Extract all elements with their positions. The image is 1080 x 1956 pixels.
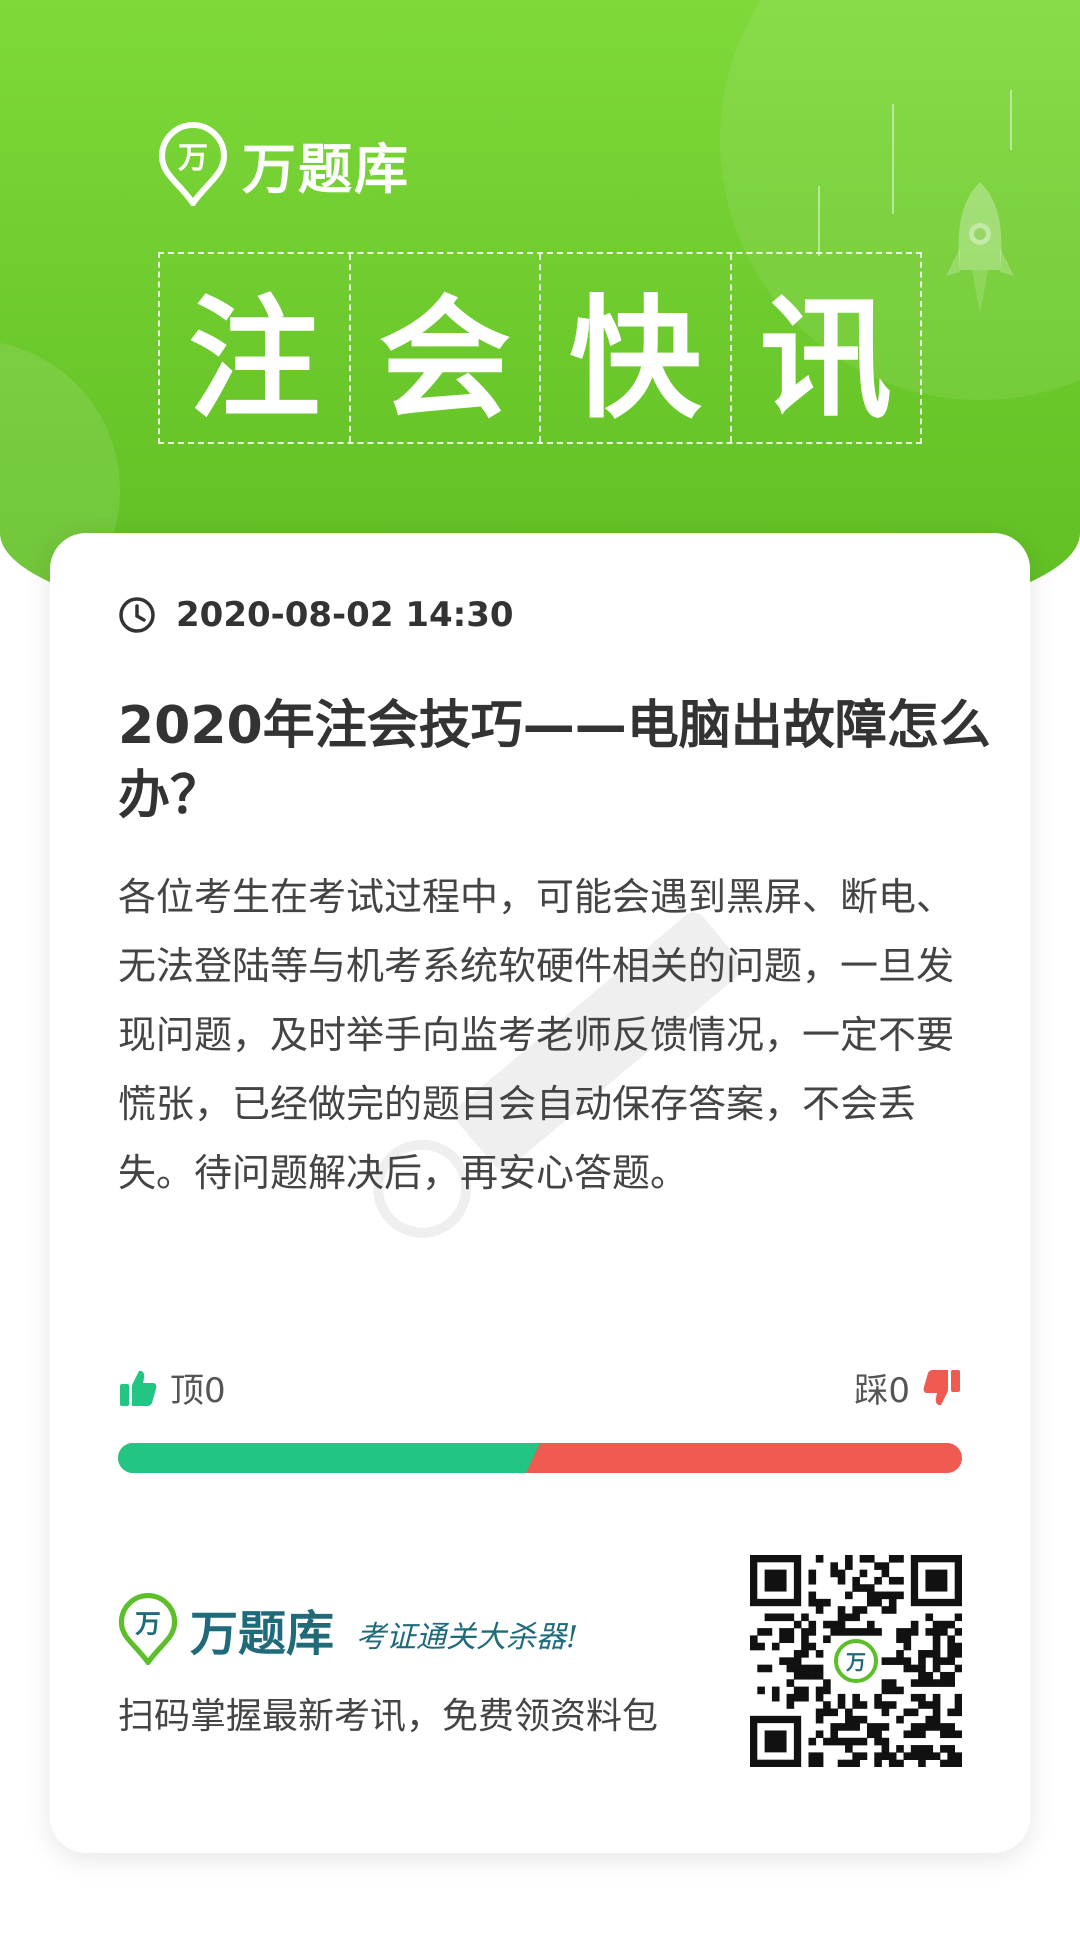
thumbs-down-icon: [923, 1369, 960, 1405]
headline-char: 注: [160, 254, 351, 442]
footer-slogan: 考证通关大杀器!: [356, 1620, 579, 1655]
brand-name: 万题库: [242, 137, 410, 201]
vote-ratio-bar: [118, 1443, 962, 1473]
decor-line: [818, 186, 820, 256]
clock-icon: [119, 597, 155, 633]
footer-brand: 万 万题库 考证通关大杀器!: [118, 1593, 578, 1665]
downvote-button[interactable]: 踩0: [854, 1363, 962, 1412]
svg-text:万: 万: [135, 1609, 161, 1639]
footer-cta: 扫码掌握最新考讯，免费领资料包: [118, 1696, 659, 1737]
brand-pin-icon: 万: [158, 122, 228, 206]
svg-text:万: 万: [178, 141, 208, 176]
footer-brand-name: 万题库: [190, 1606, 335, 1662]
upvote-label: 顶0: [170, 1371, 226, 1411]
upvote-button[interactable]: 顶0: [118, 1363, 226, 1412]
vote-row: 顶0 踩0: [118, 1363, 962, 1415]
headline-char: 讯: [759, 282, 892, 437]
svg-text:万: 万: [845, 1650, 866, 1674]
thumbs-up-icon: [120, 1370, 157, 1406]
headline-char: 会: [351, 254, 541, 442]
article-datetime: 2020-08-02 14:30: [176, 595, 514, 635]
headline-char: 快: [541, 254, 732, 442]
downvote-label: 踩0: [854, 1371, 910, 1411]
article-meta: 2020-08-02 14:30: [118, 595, 514, 635]
article-title: 2020年注会技巧——电脑出故障怎么办？: [118, 696, 991, 826]
qr-code[interactable]: 万: [750, 1555, 962, 1767]
article-card: 2020-08-02 14:30 2020年注会技巧——电脑出故障怎么办？ 各位…: [50, 533, 1030, 1853]
article-body: 各位考生在考试过程中，可能会遇到黑屏、断电、无法登陆等与机考系统软硬件相关的问题…: [118, 875, 955, 1195]
brand-logo: 万 万题库: [158, 122, 410, 206]
decor-line: [1010, 90, 1012, 150]
rocket-icon: [946, 182, 1014, 314]
headline: 注 会 快 讯: [158, 252, 922, 444]
brand-pin-icon: 万: [118, 1593, 178, 1665]
decor-line: [892, 104, 894, 214]
vote-ratio-up: [118, 1443, 540, 1473]
